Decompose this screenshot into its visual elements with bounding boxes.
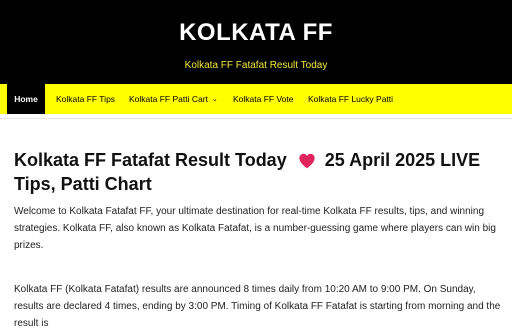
nav-item-home[interactable]: Home [7, 84, 45, 114]
nav-item-label: Kolkata FF Lucky Patti [308, 94, 394, 104]
nav-item-label: Home [14, 94, 38, 104]
nav-item-label: Kolkata FF Patti Cart [129, 94, 208, 104]
site-tagline: Kolkata FF Fatafat Result Today [184, 60, 328, 71]
nav-item-label: Kolkata FF Tips [56, 94, 116, 104]
nav-item-label: Kolkata FF Vote [233, 94, 294, 104]
nav-item-kolkata-ff-patti-cart[interactable]: Kolkata FF Patti Cart ⌄ [129, 84, 218, 114]
nav-item-kolkata-ff-lucky-patti[interactable]: Kolkata FF Lucky Patti [308, 84, 393, 114]
intro-paragraph: Welcome to Kolkata Fatafat FF, your ulti… [14, 206, 496, 251]
page-title: Kolkata FF Fatafat Result Today 25 April… [14, 150, 506, 195]
site-title[interactable]: KOLKATA FF [0, 18, 512, 48]
nav-item-kolkata-ff-tips[interactable]: Kolkata FF Tips [56, 84, 115, 114]
results-paragraph: Kolkata FF (Kolkata Fatafat) results are… [14, 284, 501, 329]
article-header: Kolkata FF Fatafat Result Today 25 April… [14, 150, 506, 195]
nav-item-kolkata-ff-vote[interactable]: Kolkata FF Vote [233, 84, 293, 114]
main-navigation: Home Kolkata FF Tips Kolkata FF Patti Ca… [0, 84, 512, 114]
chevron-down-icon: ⌄ [211, 96, 218, 103]
divider [0, 118, 512, 119]
heart-icon [298, 153, 316, 174]
site-header: KOLKATA FF Kolkata FF Fatafat Result Tod… [0, 0, 512, 84]
page-title-part1: Kolkata FF Fatafat Result Today [14, 150, 287, 170]
